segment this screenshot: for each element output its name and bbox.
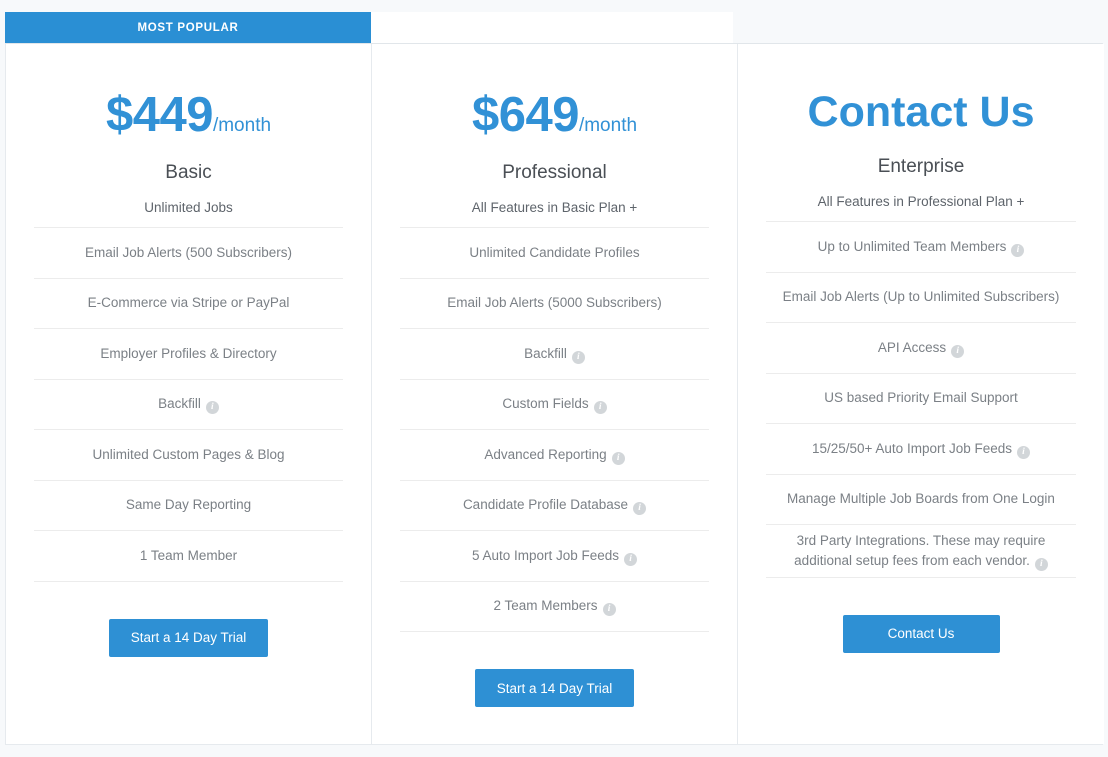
cta-container: Contact Us [766, 578, 1076, 744]
feature-row: Custom Fields i [400, 380, 709, 430]
feature-label: Email Job Alerts (5000 Subscribers) [447, 295, 662, 311]
feature-label: API Access [877, 339, 947, 355]
feature-row: 1 Team Member [34, 531, 343, 582]
feature-label: US based Priority Email Support [824, 390, 1018, 406]
feature-label: Employer Profiles & Directory [100, 345, 277, 361]
feature-label: 2 Team Members [493, 598, 598, 614]
feature-row: Candidate Profile Database i [400, 481, 709, 531]
feature-row: Advanced Reporting i [400, 430, 709, 481]
feature-row: API Access i [766, 323, 1076, 374]
plan-card: Contact Us Enterprise All Features in Prof… [738, 44, 1104, 744]
pricing-table: MOST POPULAR $449/month Basic Unlimited Jo… [0, 0, 1108, 757]
plan-cta-button[interactable]: Start a 14 Day Trial [108, 618, 269, 657]
info-icon[interactable]: i [593, 401, 607, 415]
feature-label: 15/25/50+ Auto Import Job Feeds [811, 440, 1012, 456]
info-icon[interactable]: i [1017, 445, 1030, 459]
feature-row: Employer Profiles & Directory [34, 329, 343, 380]
feature-label: Manage Multiple Job Boards from One Logi… [787, 491, 1055, 507]
plan-card: $649/month Professional All Features in Ba… [372, 44, 738, 744]
plan-price: $449/month [34, 91, 343, 140]
info-icon[interactable]: i [633, 502, 647, 516]
cta-container: Start a 14 Day Trial [400, 632, 709, 744]
info-icon[interactable]: i [624, 552, 638, 566]
plan-cards: $449/month Basic Unlimited Jobs Email Job A… [5, 43, 1104, 745]
feature-row: E-Commerce via Stripe or PayPal [34, 279, 343, 329]
feature-label: Same Day Reporting [125, 497, 252, 513]
feature-label: E-Commerce via Stripe or PayPal [87, 295, 290, 311]
info-icon[interactable]: i [951, 344, 965, 358]
info-icon[interactable]: i [205, 401, 219, 415]
feature-label: Advanced Reporting [484, 446, 607, 462]
feature-label: Email Job Alerts (500 Subscribers) [84, 244, 293, 260]
plan-subtitle: All Features in Basic Plan + [471, 200, 638, 215]
plan-price-amount: $649 [471, 88, 580, 142]
feature-row: Same Day Reporting [34, 481, 343, 531]
feature-row: 5 Auto Import Job Feeds i [400, 531, 709, 582]
feature-row: Unlimited Custom Pages & Blog [34, 430, 343, 481]
feature-row: Manage Multiple Job Boards from One Logi… [766, 475, 1076, 525]
plan-subtitle: All Features in Professional Plan + [817, 194, 1025, 209]
plan-name: Enterprise [877, 156, 965, 177]
plan-price-amount: Contact Us [807, 88, 1035, 136]
feature-label: 3rd Party Integrations. These may requir… [794, 533, 1046, 568]
feature-row: 15/25/50+ Auto Import Job Feeds i [766, 424, 1076, 475]
feature-row: Backfill i [400, 329, 709, 380]
feature-label: 1 Team Member [139, 547, 238, 563]
feature-label: 5 Auto Import Job Feeds [471, 547, 620, 563]
feature-label: Email Job Alerts (Up to Unlimited Subscr… [782, 289, 1060, 305]
plan-price: Contact Us [766, 91, 1076, 134]
feature-label: Backfill [524, 345, 567, 361]
plan-name: Basic [165, 162, 212, 183]
cta-container: Start a 14 Day Trial [34, 582, 343, 745]
info-icon[interactable]: i [611, 451, 625, 465]
info-icon[interactable]: i [1011, 243, 1025, 257]
feature-row: Up to Unlimited Team Members i [766, 222, 1076, 273]
plan-name: Professional [502, 162, 607, 183]
info-icon[interactable]: i [602, 603, 616, 617]
feature-label: Unlimited Candidate Profiles [469, 244, 640, 260]
feature-row: Backfill i [34, 380, 343, 430]
feature-label: Backfill [158, 396, 201, 412]
banner-placeholder-professional [371, 12, 733, 43]
feature-row: Email Job Alerts (500 Subscribers) [34, 228, 343, 279]
info-icon[interactable]: i [571, 350, 585, 364]
feature-label: Up to Unlimited Team Members [817, 238, 1007, 254]
plan-subtitle: Unlimited Jobs [144, 200, 233, 215]
most-popular-banner: MOST POPULAR [5, 12, 371, 43]
feature-row: US based Priority Email Support [766, 374, 1076, 424]
info-icon[interactable]: i [1034, 557, 1048, 571]
feature-row: 3rd Party Integrations. These may requir… [766, 525, 1076, 578]
feature-list: Email Job Alerts (500 Subscribers) E-Comm… [34, 227, 343, 582]
banner-row: MOST POPULAR [0, 12, 1108, 43]
most-popular-label: MOST POPULAR [137, 21, 239, 34]
plan-cta-button[interactable]: Start a 14 Day Trial [474, 669, 635, 707]
feature-label: Unlimited Custom Pages & Blog [92, 446, 285, 462]
feature-row: Email Job Alerts (5000 Subscribers) [400, 279, 709, 329]
plan-card: $449/month Basic Unlimited Jobs Email Job A… [6, 44, 372, 744]
feature-label: Custom Fields [502, 396, 589, 412]
feature-row: Unlimited Candidate Profiles [400, 228, 709, 279]
feature-list: Unlimited Candidate Profiles Email Job Al… [400, 227, 709, 632]
plan-price-period: /month [578, 115, 638, 136]
plan-cta-button[interactable]: Contact Us [842, 614, 1000, 653]
plan-price-amount: $449 [105, 88, 214, 142]
feature-label: Candidate Profile Database [462, 497, 629, 513]
feature-row: 2 Team Members i [400, 582, 709, 632]
plan-price-period: /month [212, 115, 272, 136]
feature-row: Email Job Alerts (Up to Unlimited Subscr… [766, 273, 1076, 323]
plan-price: $649/month [400, 91, 709, 140]
feature-list: Up to Unlimited Team Members i Email Job A… [766, 221, 1076, 578]
